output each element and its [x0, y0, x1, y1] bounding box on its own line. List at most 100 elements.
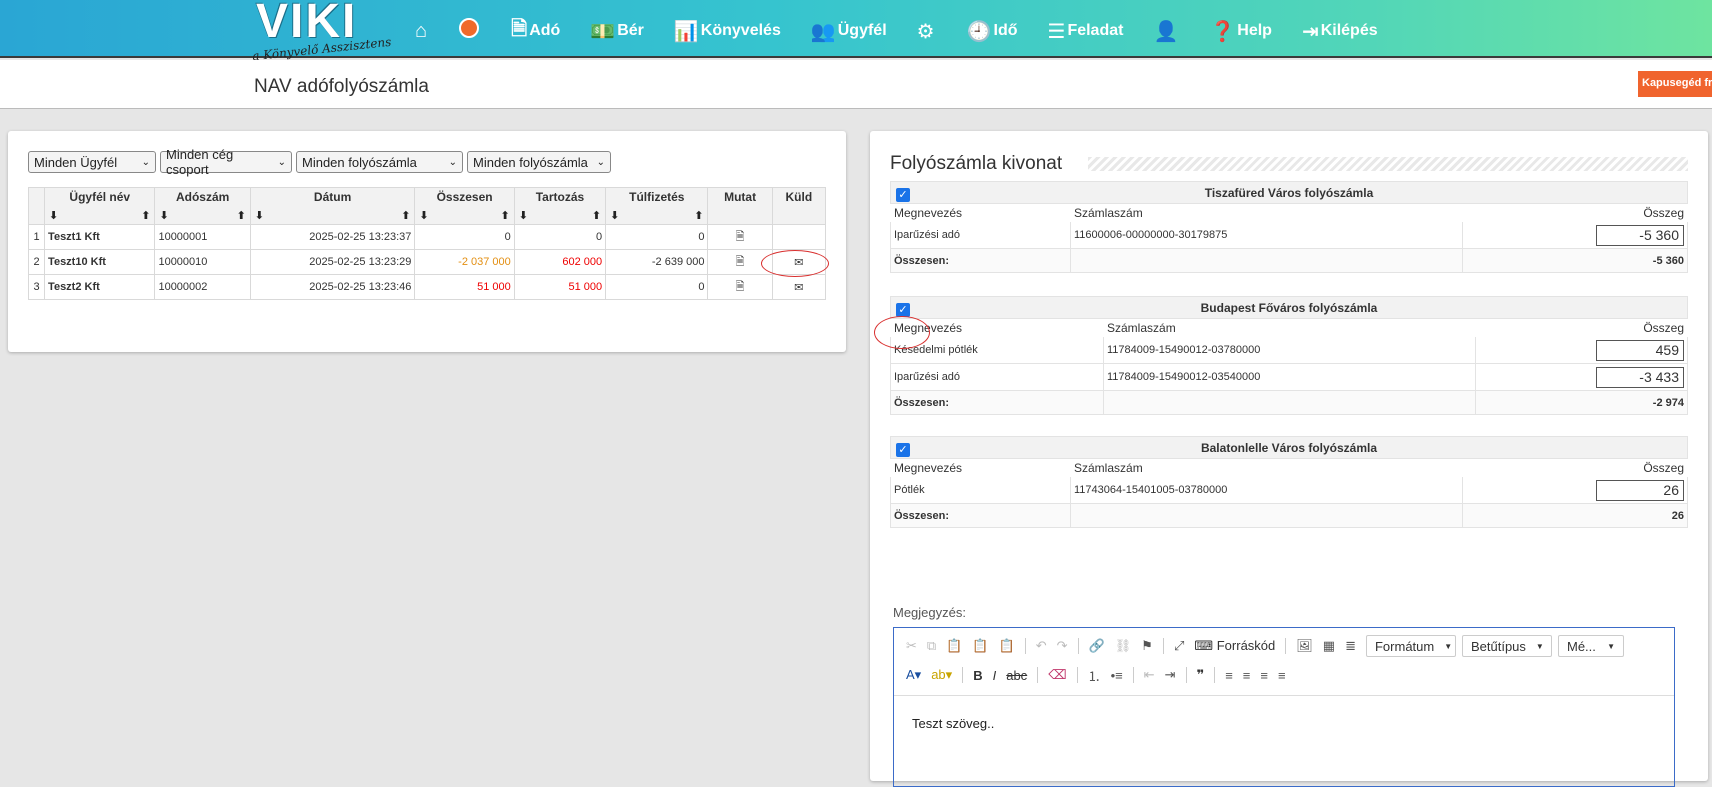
sort-down-icon[interactable]: ⬇	[159, 209, 168, 222]
amount-input[interactable]: -5 360	[1596, 224, 1684, 246]
group-filter-select[interactable]: Minden cég csoport ⌄	[160, 147, 292, 177]
nav-item-feladat[interactable]: ☰ Feladat	[1048, 19, 1124, 44]
user-icon: 👤	[1153, 20, 1179, 43]
strikethrough-icon[interactable]: abc	[1006, 668, 1027, 683]
format-dropdown[interactable]: Formátum ▼	[1365, 635, 1456, 657]
link-icon[interactable]: 🔗	[1089, 638, 1105, 654]
account-title: ✓ Balatonlelle Város folyószámla	[890, 436, 1688, 459]
account-checkbox[interactable]: ✓	[896, 188, 910, 202]
bullet-list-icon[interactable]: •≡	[1111, 668, 1123, 683]
col-total[interactable]: Összesen ⬇ ⬆	[414, 187, 515, 225]
column-headers: Megnevezés Számlaszám Összeg	[890, 203, 1688, 222]
table-row[interactable]: 1 Teszt1 Kft 10000001 2025-02-25 13:23:37 0 0…	[27, 224, 827, 250]
font-dropdown[interactable]: Betűtípus ▼	[1461, 635, 1552, 657]
indent-icon[interactable]: ⇥	[1165, 667, 1176, 683]
image-icon[interactable]: 🖼	[1296, 638, 1313, 654]
bg-color-icon[interactable]: ab▾	[931, 667, 952, 683]
sort-up-icon[interactable]: ⬆	[237, 209, 246, 222]
align-center-icon[interactable]: ≡	[1243, 668, 1251, 683]
account-checkbox[interactable]: ✓	[896, 303, 910, 317]
document-icon[interactable]: 🗎	[736, 278, 745, 297]
table-icon[interactable]: ▦	[1323, 638, 1335, 654]
source-code-button[interactable]: ⌨ Forráskód	[1194, 638, 1275, 654]
anchor-flag-icon[interactable]: ⚑	[1141, 638, 1153, 654]
account-filter-select[interactable]: Minden folyószámla ⌄	[296, 151, 463, 173]
nav-item-gears[interactable]: ⚙	[917, 19, 937, 44]
undo-icon[interactable]: ↶	[1036, 638, 1047, 654]
chevron-down-icon: ⌄	[448, 156, 457, 168]
size-dropdown[interactable]: Mé... ▼	[1557, 635, 1624, 657]
blockquote-icon[interactable]: ❞	[1197, 667, 1205, 683]
nav-item-home[interactable]: ⌂	[415, 20, 429, 43]
nav-item-help[interactable]: ❓ Help	[1210, 19, 1272, 44]
sort-up-icon[interactable]: ⬆	[694, 209, 703, 222]
cut-icon[interactable]: ✂	[906, 638, 917, 654]
align-left-icon[interactable]: ≡	[1225, 668, 1233, 683]
nav-label: Bér	[617, 22, 644, 39]
client-filter-select[interactable]: Minden Ügyfél ⌄	[28, 151, 156, 173]
rich-text-editor[interactable]: ✂ ⧉ 📋 📋 📋 ↶ ↷ 🔗 ⛓ ⚑ ⤢ ⌨ Forráskód 🖼 ▦ ≣	[893, 627, 1675, 787]
nav-item-kilépés[interactable]: ⇥ Kilépés	[1302, 19, 1378, 44]
col-tax-number[interactable]: Adószám ⬇ ⬆	[154, 187, 251, 225]
amount-input[interactable]: -3 433	[1596, 366, 1684, 388]
copy-icon[interactable]: ⧉	[927, 638, 936, 654]
italic-icon[interactable]: I	[993, 668, 997, 683]
account-checkbox[interactable]: ✓	[896, 443, 910, 457]
unlink-icon[interactable]: ⛓	[1115, 638, 1132, 654]
special-char-icon[interactable]: ≣	[1345, 638, 1356, 654]
toolbar-separator	[962, 667, 964, 683]
sort-down-icon[interactable]: ⬇	[49, 209, 58, 222]
sort-up-icon[interactable]: ⬆	[592, 209, 601, 222]
nav-item-idő[interactable]: 🕘 Idő	[967, 19, 1018, 44]
table-row[interactable]: 2 Teszt10 Kft 10000010 2025-02-25 13:23:29-…	[27, 249, 827, 275]
document-icon[interactable]: 🗎	[736, 253, 745, 272]
viki-logo[interactable]: VIKI a Könyvelő Asszisztens	[252, 0, 402, 66]
paste-icon[interactable]: 📋	[946, 638, 962, 654]
col-client-name[interactable]: Ügyfél név ⬇ ⬆	[44, 187, 156, 225]
amount-input[interactable]: 26	[1596, 479, 1684, 501]
debt-cell: 0	[513, 224, 607, 250]
table-row[interactable]: 3 Teszt2 Kft 10000002 2025-02-25 13:23:46 51…	[27, 274, 827, 300]
text-color-icon[interactable]: A▾	[906, 667, 921, 683]
sort-up-icon[interactable]: ⬆	[141, 209, 150, 222]
col-debt[interactable]: Tartozás ⬇ ⬆	[513, 187, 607, 225]
nav-item-adó[interactable]: 🗎 Adó	[511, 14, 560, 48]
editor-content[interactable]: Teszt szöveg..	[912, 716, 994, 731]
account-filter-select-2[interactable]: Minden folyószámla ⌄	[467, 151, 611, 173]
sort-down-icon[interactable]: ⬇	[255, 209, 264, 222]
col-overpayment[interactable]: Túlfizetés ⬇ ⬆	[605, 187, 709, 225]
amount-cell: -3 433	[1475, 363, 1688, 391]
redo-icon[interactable]: ↷	[1057, 638, 1068, 654]
document-icon: 🗎	[511, 18, 528, 40]
col-date[interactable]: Dátum ⬇ ⬆	[249, 187, 416, 225]
envelope-icon[interactable]: ✉	[794, 281, 803, 294]
maximize-icon[interactable]: ⤢	[1174, 638, 1184, 654]
paste-text-icon[interactable]: 📋	[972, 638, 988, 654]
document-icon[interactable]: 🗎	[736, 228, 745, 247]
kapusegéd-button[interactable]: Kapusegéd fri	[1638, 71, 1712, 97]
sort-up-icon[interactable]: ⬆	[501, 209, 510, 222]
nav-label: Kilépés	[1320, 22, 1378, 39]
nav-item-orange-circle[interactable]	[457, 18, 484, 65]
note-label: Megjegyzés:	[893, 605, 966, 620]
sort-down-icon[interactable]: ⬇	[610, 209, 619, 222]
nav-item-ügyfél[interactable]: 👥 Ügyfél	[811, 19, 887, 44]
nav-item-könyvelés[interactable]: 📊 Könyvelés	[674, 19, 781, 44]
align-right-icon[interactable]: ≡	[1260, 668, 1268, 683]
bold-icon[interactable]: B	[973, 668, 982, 683]
numbered-list-icon[interactable]: ⒈	[1088, 666, 1101, 685]
amount-input[interactable]: 459	[1596, 339, 1684, 361]
sort-up-icon[interactable]: ⬆	[401, 209, 410, 222]
paste-word-icon[interactable]: 📋	[999, 638, 1015, 654]
header-label: Dátum	[313, 190, 352, 204]
nav-item-user[interactable]: 👤	[1153, 19, 1180, 44]
sort-down-icon[interactable]: ⬇	[519, 209, 528, 222]
outdent-icon[interactable]: ⇤	[1144, 667, 1155, 683]
nav-item-bér[interactable]: 💵 Bér	[590, 19, 644, 44]
col-name-header: Megnevezés	[890, 458, 1071, 477]
account-number-cell: 11600006-00000000-30179875	[1070, 221, 1463, 249]
remove-format-icon[interactable]: ⌫	[1048, 667, 1066, 683]
justify-icon[interactable]: ≡	[1278, 668, 1286, 683]
sort-down-icon[interactable]: ⬇	[419, 209, 428, 222]
item-name-cell: Pótlék	[890, 476, 1071, 504]
